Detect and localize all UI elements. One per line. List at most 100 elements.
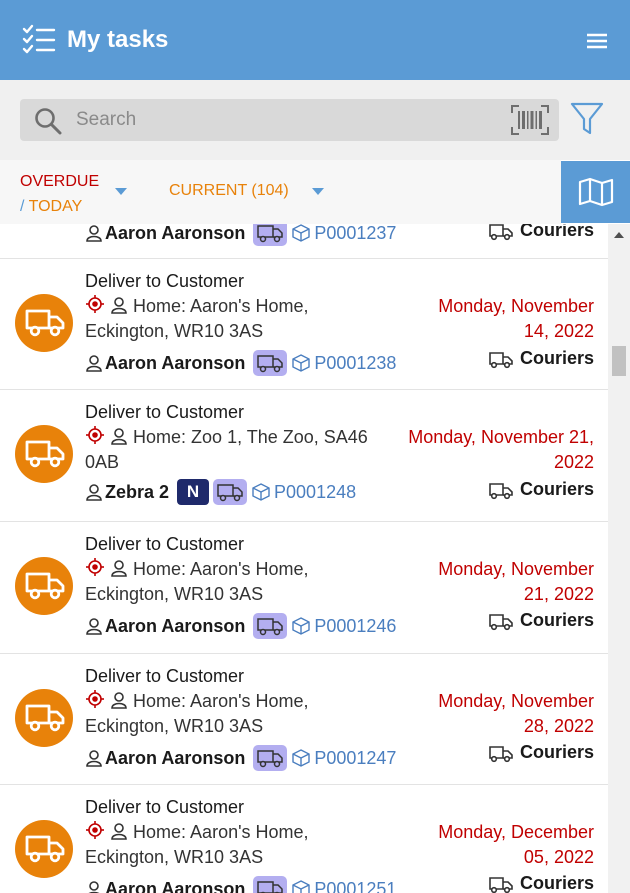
vehicle-badge (253, 350, 288, 376)
person-icon (111, 823, 127, 840)
task-type: Couriers (488, 224, 594, 241)
vehicle-badge (253, 224, 288, 246)
task-footer: Zebra 2 N P0001248 (85, 479, 356, 505)
assignee-name: Aaron Aaronson (105, 615, 246, 636)
task-address: Home: Aaron's Home, Eckington, WR10 3AS (85, 820, 385, 870)
assignee-name: Aaron Aaronson (105, 352, 246, 373)
person-icon (111, 692, 127, 709)
package-icon (292, 880, 311, 893)
task-address: Home: Aaron's Home, Eckington, WR10 3AS (85, 557, 385, 607)
task-type: Couriers (488, 742, 594, 763)
task-type-label: Couriers (519, 348, 594, 368)
task-reference[interactable]: P0001251 (314, 879, 396, 893)
task-title: Deliver to Customer (85, 666, 245, 686)
scrollbar-thumb[interactable] (612, 346, 626, 376)
truck-icon (257, 750, 284, 768)
person-icon (86, 355, 102, 372)
task-row[interactable]: Deliver to Customer Home: Aaron's Home, … (0, 522, 608, 654)
task-row[interactable]: Deliver to Customer Home: Zoo 1, The Zoo… (0, 390, 608, 522)
package-icon (292, 354, 311, 372)
task-reference[interactable]: P0001248 (274, 482, 356, 503)
task-type-label: Couriers (519, 610, 594, 630)
task-avatar (15, 294, 73, 352)
task-date: Monday, November 21, 2022 (438, 559, 594, 604)
status-badge: N (177, 479, 210, 505)
task-title: Deliver to Customer (85, 271, 245, 291)
location-target-icon (86, 690, 104, 708)
delivery-truck-icon (25, 835, 65, 863)
search-bar (0, 80, 630, 160)
map-icon (578, 177, 614, 207)
vehicle-badge (253, 745, 288, 771)
vehicle-badge (253, 613, 288, 639)
task-row[interactable]: Deliver to Customer Home: Aaron's Home, … (0, 785, 608, 893)
search-icon (35, 108, 62, 135)
truck-icon (257, 618, 284, 636)
task-reference[interactable]: P0001238 (314, 353, 396, 374)
task-footer: Aaron Aaronson P0001247 (85, 745, 396, 771)
person-icon (111, 297, 127, 314)
person-icon (86, 750, 102, 767)
chevron-down-icon[interactable] (312, 188, 324, 196)
delivery-truck-icon (489, 482, 513, 499)
tab-today-label: TODAY (28, 198, 83, 215)
delivery-truck-icon (25, 309, 65, 337)
list-scrollbar[interactable] (608, 224, 630, 893)
search-box[interactable] (20, 99, 559, 141)
task-type-label: Couriers (519, 479, 594, 499)
delivery-truck-icon (25, 704, 65, 732)
truck-icon (257, 225, 284, 243)
task-avatar (15, 425, 73, 483)
vehicle-badge (213, 479, 248, 505)
task-row[interactable]: Deliver to Customer Home: Aaron's Home, … (0, 654, 608, 785)
task-title: Deliver to Customer (85, 797, 245, 817)
task-date: Monday, November 28, 2022 (438, 691, 594, 736)
task-list: Aaron Aaronson P0001237 Couriers Deliver… (0, 224, 608, 893)
address-text: Home: Zoo 1, The Zoo, SA46 0AB (85, 427, 368, 472)
task-type-label: Couriers (519, 742, 594, 762)
person-icon (111, 428, 127, 445)
task-avatar (15, 820, 73, 878)
person-icon (86, 225, 102, 242)
task-title: Deliver to Customer (85, 402, 245, 422)
delivery-truck-icon (489, 745, 513, 762)
task-reference[interactable]: P0001237 (314, 224, 396, 244)
search-input[interactable] (76, 105, 496, 135)
delivery-truck-icon (489, 351, 513, 368)
task-list-icon (22, 24, 56, 54)
task-footer: Aaron Aaronson P0001251 (85, 876, 396, 893)
location-target-icon (86, 558, 104, 576)
task-row[interactable]: Aaron Aaronson P0001237 Couriers (0, 224, 608, 259)
task-footer: Aaron Aaronson P0001246 (85, 613, 396, 639)
delivery-truck-icon (489, 876, 513, 893)
task-tabs: OVERDUE / TODAY CURRENT (104) (0, 160, 561, 224)
task-row[interactable]: Deliver to Customer Home: Aaron's Home, … (0, 259, 608, 390)
task-type: Couriers (488, 348, 594, 369)
truck-icon (257, 881, 284, 893)
assignee-name: Aaron Aaronson (105, 747, 246, 768)
person-icon (86, 618, 102, 635)
task-reference[interactable]: P0001247 (314, 748, 396, 769)
tab-overdue-today[interactable]: OVERDUE / TODAY (20, 169, 99, 219)
location-target-icon (86, 295, 104, 313)
task-type-label: Couriers (519, 873, 594, 893)
task-avatar (15, 689, 73, 747)
delivery-truck-icon (489, 613, 513, 630)
location-target-icon (86, 426, 104, 444)
package-icon (292, 224, 311, 242)
assignee-name: Aaron Aaronson (105, 878, 246, 893)
map-view-button[interactable] (561, 161, 630, 223)
truck-icon (257, 355, 284, 373)
page-title: My tasks (67, 26, 169, 53)
tab-current[interactable]: CURRENT (104) (169, 182, 289, 200)
package-icon (252, 483, 270, 501)
filter-icon[interactable] (570, 101, 604, 137)
chevron-down-icon[interactable] (115, 188, 127, 196)
hamburger-menu-icon[interactable] (586, 32, 608, 50)
scroll-up-arrow-icon[interactable] (614, 232, 624, 238)
assignee-name: Zebra 2 (105, 481, 170, 502)
task-type: Couriers (488, 610, 594, 631)
barcode-icon[interactable] (511, 105, 549, 135)
task-reference[interactable]: P0001246 (314, 616, 396, 637)
tab-overdue-label: OVERDUE (20, 173, 100, 190)
